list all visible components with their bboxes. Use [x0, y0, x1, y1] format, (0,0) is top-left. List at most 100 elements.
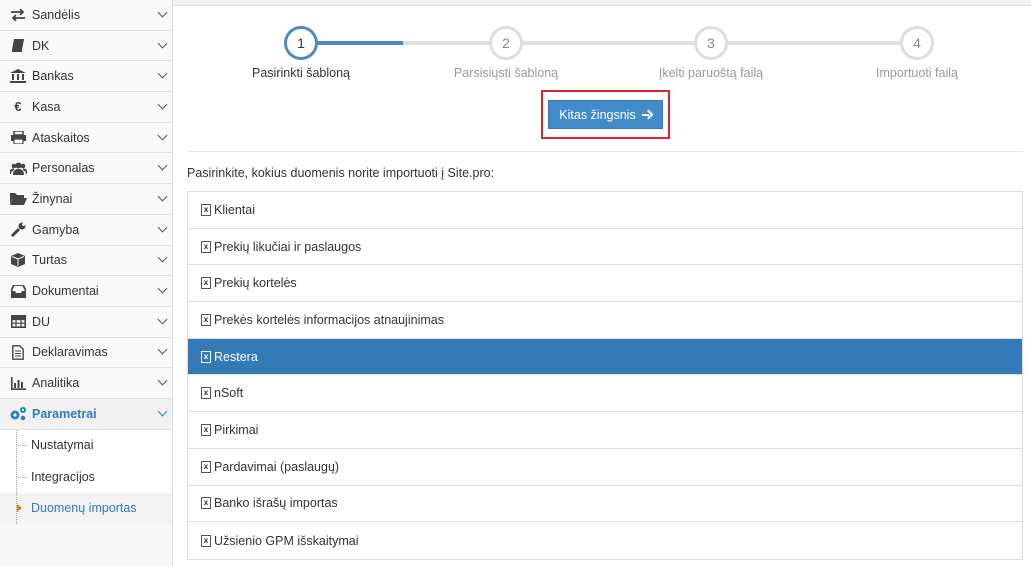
divider	[187, 151, 1023, 152]
template-label: Prekės kortelės informacijos atnaujinima…	[214, 312, 444, 327]
sidebar-subitem-duomenu-importas[interactable]: Duomenų importas	[0, 492, 172, 525]
sidebar-subitem-integracijos[interactable]: Integracijos	[0, 461, 172, 493]
wizard-steps: 1 Pasirinkti šabloną 2 Parsisiųsti šablo…	[187, 6, 1023, 92]
template-label: Klientai	[214, 202, 255, 217]
excel-file-icon: x	[201, 497, 211, 510]
sidebar-item-label: Ataskaitos	[32, 130, 90, 145]
sidebar-item-label: Gamyba	[32, 222, 80, 237]
sidebar-item-sandelis[interactable]: Sandėlis	[0, 0, 172, 31]
chevron-down-icon	[157, 375, 168, 386]
main-content: 1 Pasirinkti šabloną 2 Parsisiųsti šablo…	[187, 6, 1023, 560]
sidebar-item-zinynai[interactable]: Žinynai	[0, 184, 172, 215]
template-label: Prekių kortelės	[214, 276, 297, 291]
template-label: Restera	[214, 349, 258, 364]
arrows-exchange-icon	[8, 7, 28, 23]
sidebar-item-label: Bankas	[32, 69, 74, 84]
template-item-pirkimai[interactable]: x Pirkimai	[188, 412, 1022, 449]
bank-icon	[8, 68, 28, 84]
sidebar-item-label: DU	[32, 314, 51, 329]
wizard-step-4: 4 Importuoti failą	[837, 26, 997, 80]
chevron-down-icon	[157, 130, 168, 141]
step-number: 2	[489, 26, 523, 60]
template-label: Užsienio GPM išskaitymai	[214, 533, 359, 548]
sidebar-item-du[interactable]: DU	[0, 306, 172, 338]
sidebar-subitem-label: Nustatymai	[31, 438, 94, 453]
sidebar-item-dk[interactable]: DK	[0, 30, 172, 62]
template-item-klientai[interactable]: x Klientai	[188, 192, 1022, 229]
sidebar-item-label: Personalas	[32, 161, 95, 176]
sidebar-item-bankas[interactable]: Bankas	[0, 61, 172, 93]
caret-right-icon	[17, 504, 22, 513]
sidebar-item-label: Turtas	[32, 253, 67, 268]
sidebar-item-label: Deklaravimas	[32, 345, 108, 360]
chevron-down-icon	[157, 191, 168, 202]
template-item-pardavimai[interactable]: x Pardavimai (paslaugų)	[188, 448, 1022, 486]
template-label: Pardavimai (paslaugų)	[214, 459, 340, 474]
template-item-prekiu-korteles[interactable]: x Prekių kortelės	[188, 265, 1022, 303]
template-label: Prekių likučiai ir paslaugos	[214, 239, 362, 254]
sidebar-item-dokumentai[interactable]: Dokumentai	[0, 276, 172, 307]
arrow-right-icon	[641, 110, 652, 120]
template-list: x Klientai x Prekių likučiai ir paslaugos …	[187, 191, 1023, 560]
step-label: Įkelti paruoštą failą	[658, 66, 764, 80]
excel-file-icon: x	[201, 534, 211, 547]
template-item-nsoft[interactable]: x nSoft	[188, 375, 1022, 413]
excel-file-icon: x	[201, 423, 211, 436]
folder-open-icon	[8, 191, 28, 207]
chevron-down-icon	[157, 160, 168, 171]
sidebar: Sandėlis DK Bankas € Kasa Ataskaitos Per…	[0, 0, 173, 566]
inbox-icon	[8, 283, 28, 299]
template-item-prekiu-likuciai[interactable]: x Prekių likučiai ir paslaugos	[188, 228, 1022, 266]
excel-file-icon: x	[201, 277, 211, 290]
wrench-icon	[8, 222, 28, 238]
document-icon	[8, 344, 28, 360]
sidebar-item-analitika[interactable]: Analitika	[0, 368, 172, 399]
step-number: 4	[900, 26, 934, 60]
chevron-down-icon	[157, 7, 168, 18]
excel-file-icon: x	[201, 460, 211, 473]
sidebar-item-label: DK	[32, 38, 50, 53]
next-step-label: Kitas žingsnis	[559, 107, 636, 122]
next-step-button[interactable]: Kitas žingsnis	[548, 100, 663, 129]
sidebar-item-gamyba[interactable]: Gamyba	[0, 214, 172, 246]
sidebar-item-personalas[interactable]: Personalas	[0, 153, 172, 185]
gears-icon	[8, 406, 28, 422]
sidebar-subitem-label: Integracijos	[31, 469, 95, 484]
wizard-step-3: 3 Įkelti paruoštą failą	[631, 26, 791, 80]
template-label: nSoft	[214, 386, 244, 401]
step-label: Pasirinkti šabloną	[252, 66, 350, 80]
print-icon	[8, 130, 28, 146]
next-button-highlight: Kitas žingsnis	[541, 90, 670, 139]
sidebar-item-ataskaitos[interactable]: Ataskaitos	[0, 122, 172, 154]
template-item-uzsienio-gpm[interactable]: x Užsienio GPM išskaitymai	[188, 522, 1022, 559]
book-icon	[8, 38, 28, 54]
template-item-restera[interactable]: x Restera	[188, 338, 1022, 376]
cube-icon	[8, 252, 28, 268]
template-item-banko-israsu-importas[interactable]: x Banko išrašų importas	[188, 485, 1022, 523]
chevron-down-icon	[157, 252, 168, 263]
excel-file-icon: x	[201, 387, 211, 400]
sidebar-item-kasa[interactable]: € Kasa	[0, 92, 172, 123]
bar-chart-icon	[8, 375, 28, 391]
wizard-step-1: 1 Pasirinkti šabloną	[221, 26, 381, 80]
chevron-down-icon	[157, 406, 168, 417]
sidebar-item-turtas[interactable]: Turtas	[0, 245, 172, 277]
sidebar-item-label: Dokumentai	[32, 284, 99, 299]
template-item-prekes-korteles-atnaujinimas[interactable]: x Prekės kortelės informacijos atnaujinim…	[188, 302, 1022, 339]
sidebar-item-parametrai[interactable]: Parametrai	[0, 398, 172, 430]
chevron-down-icon	[157, 68, 168, 79]
sidebar-item-label: Parametrai	[32, 406, 97, 421]
step-number: 1	[284, 26, 318, 60]
sidebar-item-deklaravimas[interactable]: Deklaravimas	[0, 337, 172, 369]
chevron-down-icon	[157, 99, 168, 110]
step-number: 3	[694, 26, 728, 60]
excel-file-icon: x	[201, 240, 211, 253]
chevron-down-icon	[157, 38, 168, 48]
sidebar-item-label: Kasa	[32, 99, 61, 114]
excel-file-icon: x	[201, 350, 211, 363]
euro-icon: €	[14, 99, 22, 115]
sidebar-item-label: Sandėlis	[32, 7, 80, 22]
sidebar-subitem-nustatymai[interactable]: Nustatymai	[0, 429, 172, 462]
users-icon	[8, 160, 28, 176]
import-instruction: Pasirinkite, kokius duomenis norite impo…	[187, 166, 495, 180]
